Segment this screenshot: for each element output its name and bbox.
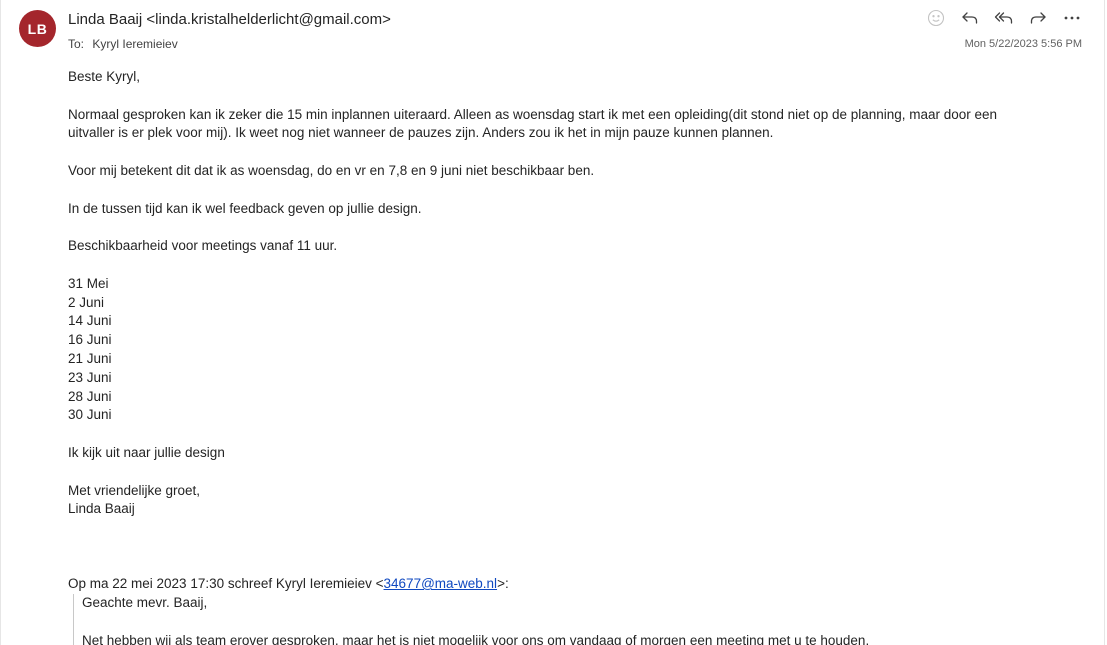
date-list-item: 28 Juni (68, 388, 112, 404)
forward-icon[interactable] (1025, 6, 1050, 30)
signature: Linda Baaij (68, 501, 135, 517)
sender-line[interactable]: Linda Baaij <linda.kristalhelderlicht@gm… (68, 11, 391, 28)
smiley-icon[interactable] (923, 6, 948, 30)
date-list-item: 21 Juni (68, 350, 112, 366)
quoted-message: Geachte mevr. Baaij, Net hebben wij als … (73, 594, 1082, 645)
body-paragraph: Voor mij betekent dit dat ik as woensdag… (68, 162, 595, 178)
date-list-item: 14 Juni (68, 313, 112, 329)
signoff: Met vriendelijke groet, (68, 482, 201, 498)
sender-name[interactable]: Linda Baaij (68, 11, 142, 28)
quoted-greeting: Geachte mevr. Baaij, (82, 595, 208, 610)
avatar[interactable]: LB (19, 10, 56, 47)
reply-all-icon[interactable] (991, 6, 1016, 30)
body-paragraph-line: Normaal gesproken kan ik zeker die 15 mi… (68, 106, 998, 122)
email-reading-pane: LB Linda Baaij <linda.kristalhelderlicht… (0, 0, 1105, 645)
recipient-name[interactable]: Kyryl Ieremieiev (92, 37, 177, 51)
sender-email[interactable]: <linda.kristalhelderlicht@gmail.com> (146, 11, 391, 28)
date-list-item: 30 Juni (68, 407, 112, 423)
message-body: Beste Kyryl, Normaal gesproken kan ik ze… (68, 68, 1068, 519)
date-list-item: 2 Juni (68, 294, 105, 310)
recipients-line: To: Kyryl Ieremieiev (68, 37, 178, 51)
reply-icon[interactable] (957, 6, 982, 30)
to-label: To: (68, 37, 85, 51)
date-list-item: 16 Juni (68, 332, 112, 348)
message-actions (923, 6, 1084, 30)
quoted-email-link[interactable]: 34677@ma-web.nl (384, 576, 498, 591)
date-list-item: 23 Juni (68, 369, 112, 385)
quoted-header: Op ma 22 mei 2023 17:30 schreef Kyryl Ie… (68, 575, 509, 594)
date-list-item: 31 Mei (68, 275, 109, 291)
quoted-header-prefix: Op ma 22 mei 2023 17:30 schreef Kyryl Ie… (68, 576, 384, 591)
message-date: Mon 5/22/2023 5:56 PM (964, 38, 1082, 50)
quoted-header-suffix: >: (497, 576, 509, 591)
body-paragraph-line: uitvaller is er plek voor mij). Ik weet … (68, 125, 774, 141)
closing-line: Ik kijk uit naar jullie design (68, 444, 225, 460)
quoted-line: Net hebben wij als team erover gesproken… (82, 632, 870, 645)
more-icon[interactable] (1059, 6, 1084, 30)
greeting: Beste Kyryl, (68, 69, 141, 84)
body-paragraph: Beschikbaarheid voor meetings vanaf 11 u… (68, 238, 338, 254)
body-paragraph: In de tussen tijd kan ik wel feedback ge… (68, 200, 422, 216)
